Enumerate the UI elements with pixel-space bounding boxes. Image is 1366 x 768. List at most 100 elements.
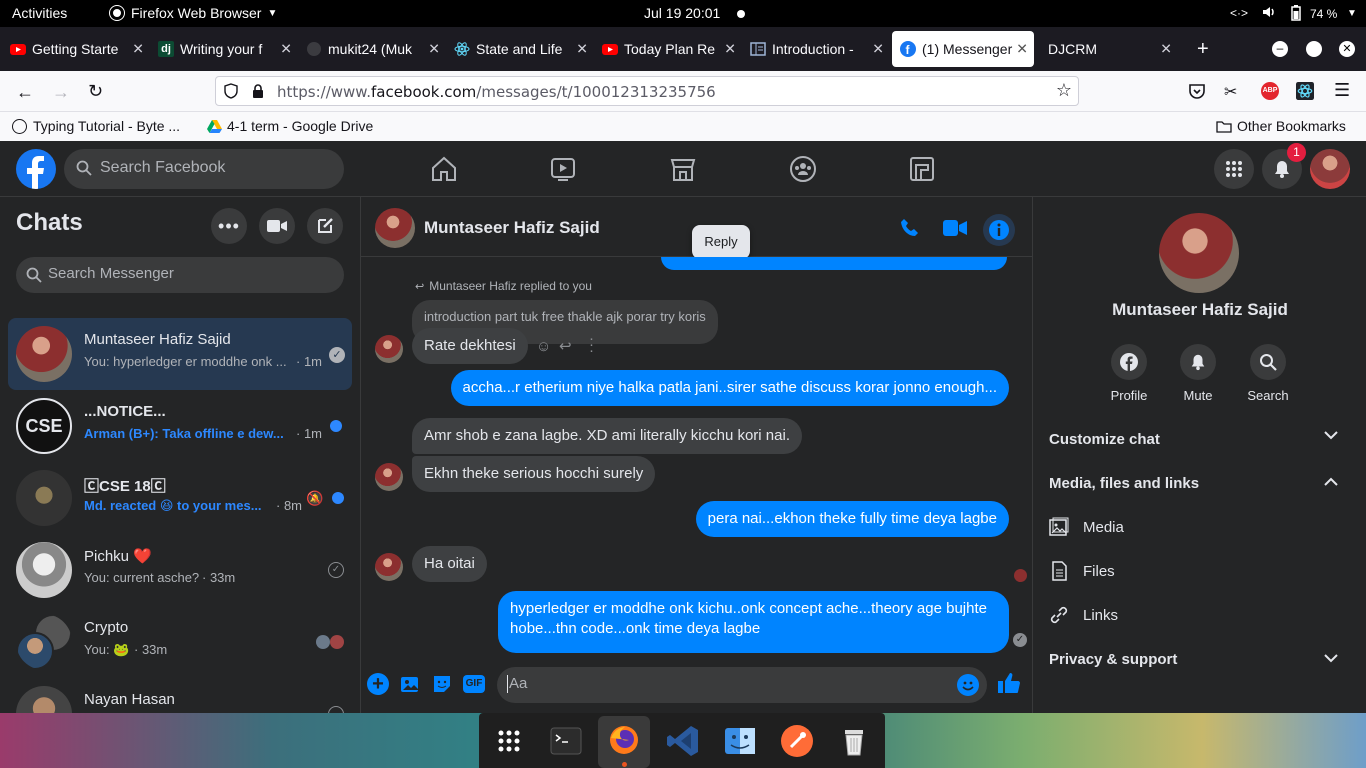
maximize-window-icon[interactable] [1306,41,1322,57]
bookmark-google-drive[interactable]: 4-1 term - Google Drive [207,118,373,134]
react-emoji-icon[interactable]: ☺ [536,338,551,355]
tab-today-plan[interactable]: Today Plan Re ✕ [594,27,742,71]
message-bubble[interactable]: hyperledger er moddhe onk kichu..onk con… [498,591,1009,653]
chevron-down-icon[interactable] [1324,653,1338,663]
extension-icon[interactable]: ✂ [1224,82,1237,102]
firefox-dock-item[interactable] [598,716,650,768]
menu-grid-icon[interactable] [1214,149,1254,189]
facebook-search-input[interactable]: Search Facebook [64,149,344,189]
audio-call-icon[interactable] [899,217,921,239]
new-message-icon[interactable] [307,208,343,244]
message-bubble[interactable]: Amr shob e zana lagbe. XD ami literally … [412,418,802,454]
video-call-icon[interactable] [943,219,967,237]
groups-icon[interactable] [789,155,817,183]
terminal-icon[interactable] [548,723,584,759]
files-item[interactable]: Files [1049,561,1115,581]
sticker-icon[interactable] [432,674,452,694]
gif-icon[interactable]: GIF [463,675,485,693]
forward-icon[interactable]: → [52,82,70,103]
chat-item-cse18[interactable]: 🄲CSE 18🄲 Md. reacted 😆 to your mes... · … [8,462,352,534]
close-tab-icon[interactable]: ✕ [1160,41,1172,58]
postman-icon[interactable] [779,723,815,759]
pocket-icon[interactable] [1188,82,1206,100]
contact-avatar[interactable] [375,208,415,248]
back-icon[interactable]: ← [16,82,34,103]
tab-getting-started[interactable]: Getting Starte ✕ [2,27,150,71]
close-tab-icon[interactable]: ✕ [576,41,588,58]
marketplace-icon[interactable] [669,155,697,183]
chevron-down-icon[interactable] [1324,430,1338,440]
menu-hamburger-icon[interactable]: ☰ [1334,80,1350,101]
media-files-links-section[interactable]: Media, files and links [1049,475,1199,492]
network-icon[interactable]: <·> [1230,6,1248,20]
message-bubble[interactable]: Rate dekhtesi [412,328,528,364]
new-tab-icon[interactable]: + [1197,38,1209,61]
close-tab-icon[interactable]: ✕ [132,41,144,58]
react-devtools-icon[interactable] [1296,82,1314,100]
show-apps-icon[interactable] [491,723,527,759]
conversation-info-icon[interactable] [983,214,1015,246]
mute-action[interactable]: Mute [1163,344,1233,403]
chat-item-notice[interactable]: CSE ...NOTICE... Arman (B+): Taka offlin… [8,390,352,462]
thumbs-up-icon[interactable] [997,671,1021,695]
more-options-icon[interactable]: · · · [589,331,594,358]
address-bar[interactable]: https://www.facebook.com/messages/t/1000… [215,76,1079,106]
volume-icon[interactable] [1262,5,1276,19]
search-messenger-input[interactable]: Search Messenger [16,257,344,293]
chat-item-nayan[interactable]: Nayan Hasan [8,678,352,713]
clock[interactable]: Jul 19 20:01 [644,5,720,21]
tab-github[interactable]: mukit24 (Muk ✕ [298,27,446,71]
bookmark-typing-tutorial[interactable]: Typing Tutorial - Byte ... [12,118,180,134]
battery-icon[interactable] [1291,5,1301,21]
close-tab-icon[interactable]: ✕ [280,41,292,58]
tab-djcrm[interactable]: DJCRM ✕ [1040,27,1178,71]
chat-item-crypto[interactable]: Crypto You: 🐸 · 33m [8,606,352,678]
trash-icon[interactable] [836,723,872,759]
new-video-call-icon[interactable] [259,208,295,244]
reload-icon[interactable]: ↻ [88,81,103,102]
links-item[interactable]: Links [1049,605,1118,625]
close-tab-icon[interactable]: ✕ [724,41,736,58]
adblock-icon[interactable]: ABP [1261,82,1279,100]
chats-options-icon[interactable]: ••• [211,208,247,244]
other-bookmarks[interactable]: Other Bookmarks [1216,118,1346,134]
chevron-up-icon[interactable] [1324,477,1338,487]
attach-image-icon[interactable] [400,674,420,694]
message-composer-input[interactable]: Aa [497,667,987,703]
message-bubble[interactable]: Ekhn theke serious hocchi surely [412,456,656,492]
minimize-window-icon[interactable]: – [1272,41,1288,57]
privacy-support-section[interactable]: Privacy & support [1049,651,1177,668]
activities-button[interactable]: Activities [12,5,67,21]
close-window-icon[interactable]: ✕ [1339,41,1355,57]
vscode-icon[interactable] [665,723,701,759]
app-menu[interactable]: Firefox Web Browser ▼ [110,5,277,21]
emoji-icon[interactable] [957,674,979,696]
chat-item-pichku[interactable]: Pichku ❤️ You: current asche? · 33m ✓ [8,534,352,606]
message-bubble[interactable]: accha...r etherium niye halka patla jani… [450,370,1009,406]
watch-icon[interactable] [549,155,577,183]
account-avatar[interactable] [1310,149,1350,189]
facebook-logo-icon[interactable] [16,149,56,189]
message-bubble[interactable]: Ha oitai [412,546,487,582]
tab-writing-your[interactable]: dj Writing your f ✕ [150,27,298,71]
tab-messenger[interactable]: f (1) Messenger ✕ [892,31,1034,67]
contact-name[interactable]: Muntaseer Hafiz Sajid [424,218,600,238]
customize-chat-section[interactable]: Customize chat [1049,431,1160,448]
tab-introduction[interactable]: Introduction - ✕ [742,27,890,71]
contact-profile-avatar[interactable] [1159,213,1239,293]
media-item[interactable]: Media [1049,517,1124,537]
chat-item-muntaseer[interactable]: Muntaseer Hafiz Sajid You: hyperledger e… [8,318,352,390]
shield-icon[interactable] [224,83,238,99]
gaming-icon[interactable] [908,155,936,183]
reply-icon[interactable]: ↩ [559,337,572,355]
more-actions-plus-icon[interactable]: + [367,673,389,695]
url-text[interactable]: https://www.facebook.com/messages/t/1000… [277,83,716,101]
message-bubble[interactable]: pera nai...ekhon theke fully time deya l… [695,501,1009,537]
tab-react-state[interactable]: State and Life ✕ [446,27,594,71]
bookmark-star-icon[interactable]: ☆ [1056,80,1072,101]
search-action[interactable]: Search [1233,344,1303,403]
lock-icon[interactable] [252,83,264,99]
home-icon[interactable] [430,155,458,183]
close-tab-icon[interactable]: ✕ [428,41,440,58]
close-tab-icon[interactable]: ✕ [1016,41,1028,58]
